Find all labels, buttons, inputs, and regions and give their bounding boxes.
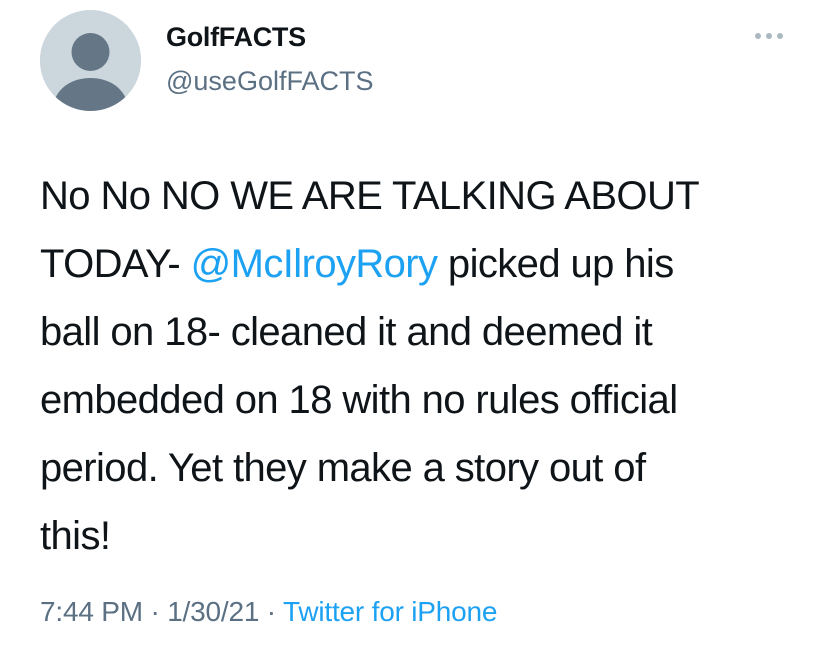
tweet-line: this!: [40, 514, 111, 558]
tweet-line: embedded on 18 with no rules official: [40, 378, 678, 422]
tweet-text-segment: picked up his: [437, 242, 674, 286]
avatar[interactable]: [40, 10, 141, 111]
tweet-line: ball on 18- cleaned it and deemed it: [40, 310, 653, 354]
tweet: GolfFACTS @useGolfFACTS No No NO WE ARE …: [0, 0, 828, 661]
more-options-button[interactable]: [752, 26, 788, 46]
tweet-line: No No NO WE ARE TALKING ABOUT: [40, 174, 700, 218]
user-handle[interactable]: @useGolfFACTS: [166, 66, 373, 97]
tweet-line: TODAY- @McIlroyRory picked up his: [40, 230, 810, 298]
meta-separator: ·: [259, 596, 283, 627]
mention-link[interactable]: @McIlroyRory: [191, 242, 438, 286]
source-link[interactable]: Twitter for iPhone: [283, 596, 497, 627]
meta-separator: ·: [142, 596, 168, 627]
tweet-date[interactable]: 1/30/21: [167, 596, 259, 627]
tweet-metadata: 7:44 PM · 1/30/21 · Twitter for iPhone: [40, 596, 497, 628]
default-avatar-icon: [40, 10, 141, 111]
tweet-text: No No NO WE ARE TALKING ABOUT TODAY- @McI…: [40, 162, 810, 570]
tweet-time[interactable]: 7:44 PM: [40, 596, 143, 627]
tweet-line: period. Yet they make a story out of: [40, 446, 646, 490]
more-options-icon: [755, 33, 783, 39]
tweet-text-segment: TODAY-: [40, 242, 191, 286]
display-name[interactable]: GolfFACTS: [166, 22, 306, 53]
